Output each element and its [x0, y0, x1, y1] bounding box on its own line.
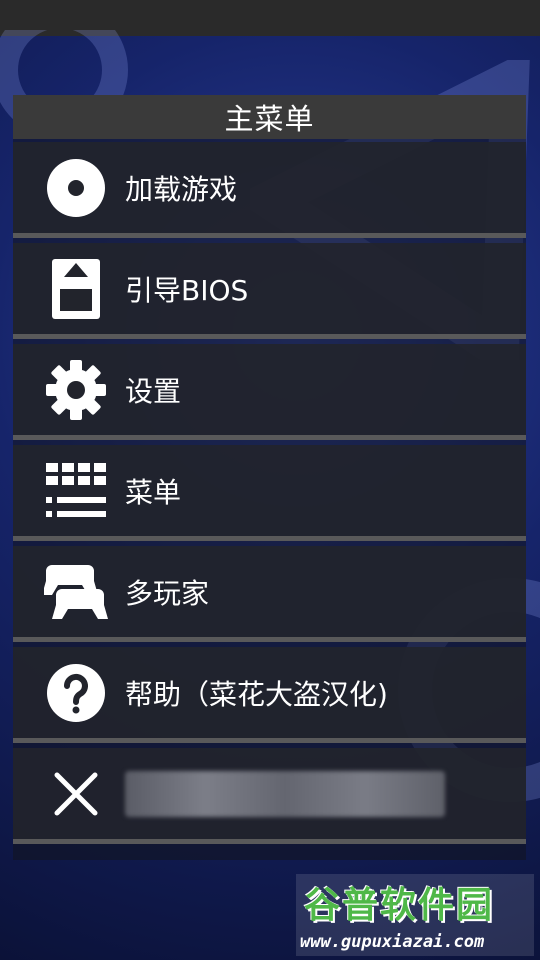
- menu-item-boot-bios[interactable]: 引导BIOS: [13, 243, 526, 339]
- watermark-logo: 谷普软件园 www.gupuxiazai.com: [296, 874, 534, 956]
- disc-icon: [33, 152, 119, 224]
- menu-item-help[interactable]: 帮助（菜花大盗汉化): [13, 647, 526, 743]
- menu-item-settings[interactable]: 设置: [13, 344, 526, 440]
- help-icon: [33, 657, 119, 729]
- menu-item-exit[interactable]: [13, 748, 526, 844]
- menu-item-label: 引导BIOS: [125, 273, 249, 307]
- memory-card-icon: [33, 253, 119, 325]
- close-icon: [33, 758, 119, 830]
- gear-icon: [33, 354, 119, 426]
- menu-item-multiplayer[interactable]: 多玩家: [13, 546, 526, 642]
- menu-item-menu[interactable]: 菜单: [13, 445, 526, 541]
- menu-title: 主菜单: [13, 95, 526, 139]
- grid-menu-icon: [33, 455, 119, 527]
- menu-item-label: 帮助（菜花大盗汉化): [125, 677, 388, 711]
- menu-item-load-game[interactable]: 加载游戏: [13, 142, 526, 238]
- menu-item-label: 多玩家: [125, 576, 210, 610]
- blurred-label: [125, 770, 445, 817]
- watermark-title: 谷普软件园: [304, 885, 495, 926]
- gamepads-icon: [33, 556, 119, 628]
- menu-item-label: 设置: [125, 374, 182, 408]
- main-menu-panel: 主菜单 加载游戏 引导BIOS 设置 菜单 多玩家 帮助（菜花大盗汉化): [13, 95, 526, 860]
- watermark-url: www.gupuxiazai.com: [300, 932, 485, 952]
- menu-item-label: 加载游戏: [125, 172, 238, 206]
- menu-item-label: 菜单: [125, 475, 182, 509]
